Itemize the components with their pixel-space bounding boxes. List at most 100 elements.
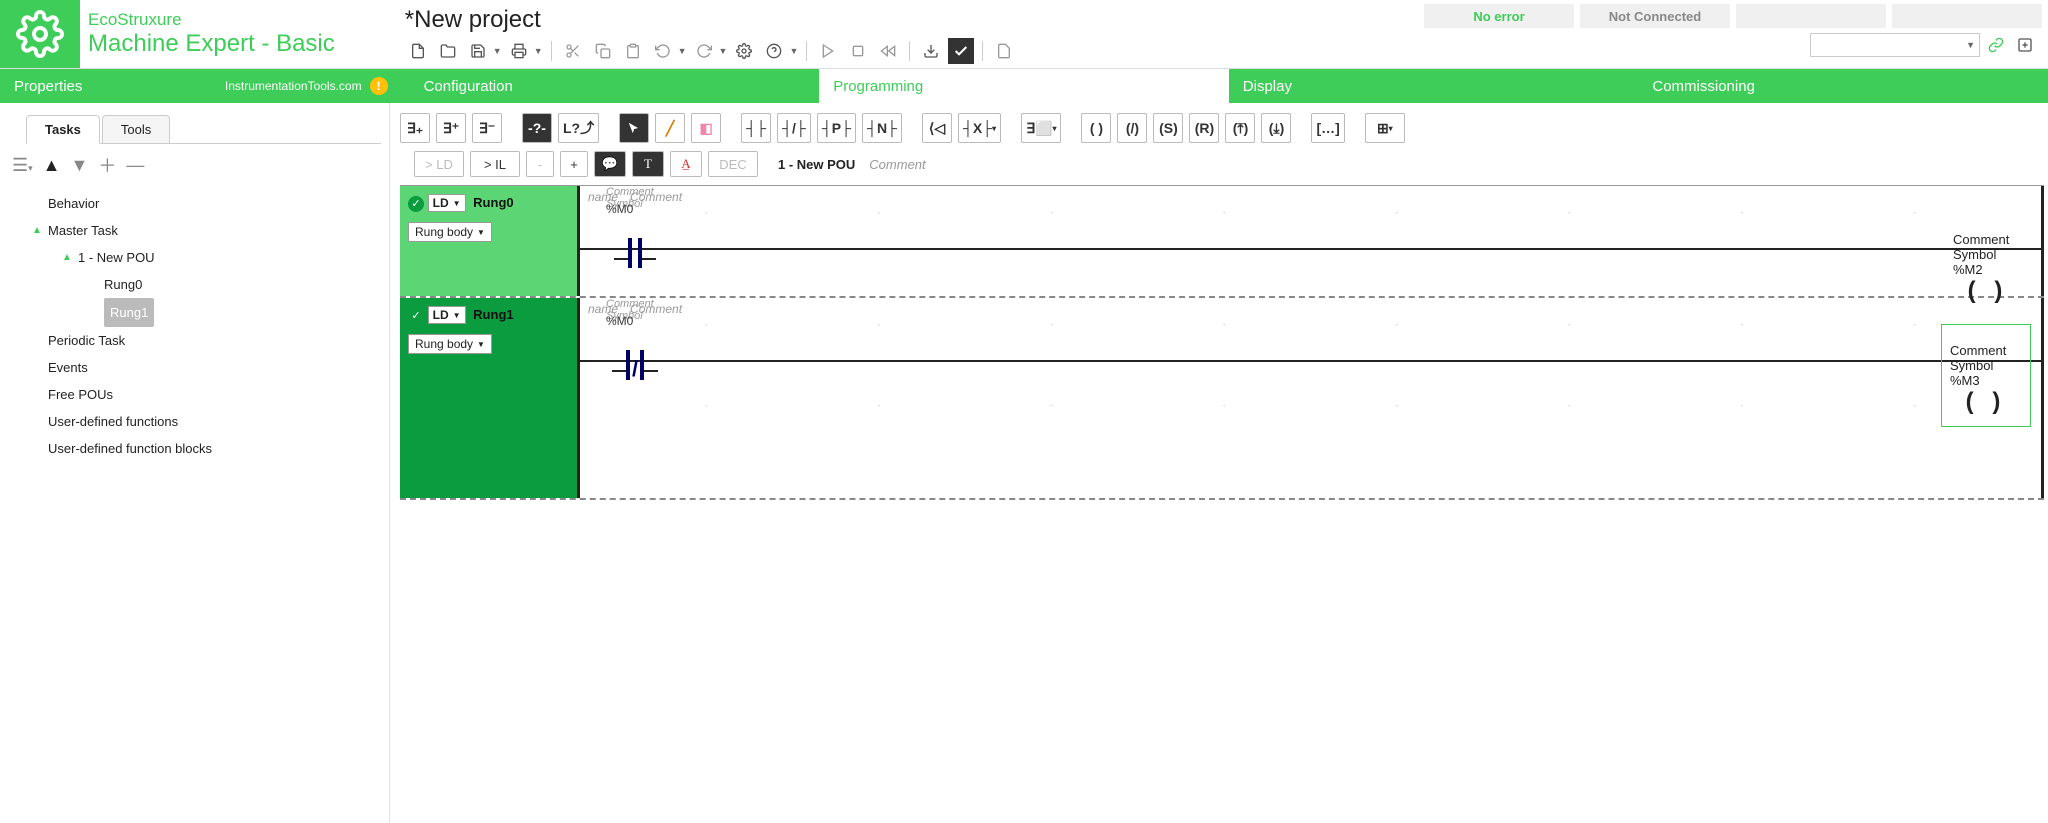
- tree-events[interactable]: Events: [28, 354, 381, 381]
- redo-dropdown-icon[interactable]: ▼: [719, 46, 728, 56]
- draw-line-button[interactable]: ╱: [655, 113, 685, 143]
- export-button[interactable]: [2012, 32, 2038, 58]
- settings-button[interactable]: [731, 38, 757, 64]
- open-file-button[interactable]: [435, 38, 461, 64]
- stop-button[interactable]: [845, 38, 871, 64]
- tab-commissioning[interactable]: Commissioning: [1638, 69, 2048, 103]
- tab-display[interactable]: Display: [1229, 69, 1639, 103]
- tab-label: Properties: [14, 78, 82, 95]
- device-combo[interactable]: ▼: [1810, 33, 1980, 57]
- rung-canvas[interactable]: name Comment -------- CommentSymbol %M0 …: [580, 186, 2044, 296]
- zoom-in-button[interactable]: +: [560, 151, 588, 177]
- status-empty-1: [1736, 4, 1886, 28]
- paste-button[interactable]: [620, 38, 646, 64]
- font-button[interactable]: A̲: [670, 151, 702, 177]
- tab-programming[interactable]: Programming: [819, 69, 1229, 103]
- branch-label-button[interactable]: L?⤴: [558, 113, 599, 143]
- view-ld-button[interactable]: > LD: [414, 151, 464, 177]
- zoom-out-button[interactable]: -: [526, 151, 554, 177]
- tree-udf[interactable]: User-defined functions: [28, 408, 381, 435]
- tree-udfb[interactable]: User-defined function blocks: [28, 435, 381, 462]
- dec-format-button[interactable]: DEC: [708, 151, 758, 177]
- sidebar-tab-tasks[interactable]: Tasks: [26, 115, 100, 144]
- compare-button[interactable]: ┤X├▾: [958, 113, 1001, 143]
- compare-left-button[interactable]: ⟨◁: [922, 113, 952, 143]
- coil-falling-button[interactable]: (⤓): [1261, 113, 1291, 143]
- contact-address[interactable]: %M0: [606, 202, 686, 216]
- contact-falling-button[interactable]: ┤N├: [862, 113, 902, 143]
- comment-button[interactable]: 💬: [594, 151, 626, 177]
- caret-up-icon: ▲: [32, 217, 48, 244]
- rung-1[interactable]: ✓ LD ▼ Rung1 Rung body ▼ name Comment --…: [400, 298, 2044, 498]
- save-button[interactable]: [465, 38, 491, 64]
- tree-pou-1[interactable]: ▲1 - New POU: [28, 244, 381, 271]
- print-button[interactable]: [506, 38, 532, 64]
- help-button[interactable]: [761, 38, 787, 64]
- list-view-icon[interactable]: ☰▾: [12, 155, 33, 176]
- pou-comment[interactable]: Comment: [869, 157, 925, 172]
- rung-lang-badge[interactable]: LD ▼: [428, 306, 466, 324]
- sidebar-tab-tools[interactable]: Tools: [102, 115, 170, 143]
- tree-rung1[interactable]: Rung1: [28, 298, 381, 327]
- coil-address[interactable]: %M3: [1950, 373, 2022, 388]
- status-bar: No error Not Connected: [1424, 0, 2048, 28]
- contact-no[interactable]: CommentSymbol %M0: [610, 232, 660, 266]
- operate-block-button[interactable]: […]: [1311, 113, 1344, 143]
- move-up-icon[interactable]: ▲: [43, 155, 61, 176]
- rung-insert-after-button[interactable]: ∃⁺: [436, 113, 466, 143]
- run-button[interactable]: [815, 38, 841, 64]
- new-file-button[interactable]: [405, 38, 431, 64]
- rung-lang-badge[interactable]: LD ▼: [428, 194, 466, 212]
- tree-free-pous[interactable]: Free POUs: [28, 381, 381, 408]
- remove-icon[interactable]: —: [126, 155, 144, 176]
- contact-address[interactable]: %M0: [606, 314, 686, 328]
- tab-configuration[interactable]: Configuration: [410, 69, 820, 103]
- print-dropdown-icon[interactable]: ▼: [534, 46, 543, 56]
- add-icon[interactable]: ＋: [98, 152, 116, 178]
- verify-button[interactable]: [948, 38, 974, 64]
- redo-button[interactable]: [691, 38, 717, 64]
- rung-body-dropdown[interactable]: Rung body ▼: [408, 334, 492, 354]
- tree-rung0[interactable]: Rung0: [28, 271, 381, 298]
- erase-button[interactable]: ◧: [691, 113, 721, 143]
- tab-properties[interactable]: Properties InstrumentationTools.com !: [0, 69, 410, 103]
- coil-rising-button[interactable]: (⤒): [1225, 113, 1255, 143]
- rung-canvas[interactable]: name Comment -------- CommentSymbol %M0 …: [580, 298, 2044, 498]
- connect-button[interactable]: [1983, 32, 2009, 58]
- text-style-button[interactable]: T: [632, 151, 664, 177]
- cut-button[interactable]: [560, 38, 586, 64]
- branch-mode-button[interactable]: ‑?‑: [522, 113, 552, 143]
- document-button[interactable]: [991, 38, 1017, 64]
- watermark-text: InstrumentationTools.com: [225, 79, 362, 93]
- contact-nc[interactable]: CommentSymbol %M0 /: [610, 344, 660, 378]
- help-dropdown-icon[interactable]: ▼: [789, 46, 798, 56]
- tree-behavior[interactable]: Behavior: [28, 190, 381, 217]
- coil-address[interactable]: %M2: [1953, 262, 2023, 277]
- download-button[interactable]: [918, 38, 944, 64]
- contact-rising-button[interactable]: ┤P├: [817, 113, 856, 143]
- rung-0[interactable]: ✓ LD ▼ Rung0 Rung body ▼ name Comment --…: [400, 186, 2044, 296]
- contact-no-button[interactable]: ┤├: [741, 113, 771, 143]
- save-dropdown-icon[interactable]: ▼: [493, 46, 502, 56]
- other-element-button[interactable]: ⊞▾: [1365, 113, 1405, 143]
- rung-body-dropdown[interactable]: Rung body ▼: [408, 222, 492, 242]
- undo-dropdown-icon[interactable]: ▼: [678, 46, 687, 56]
- rung-insert-before-button[interactable]: ∃₊: [400, 113, 430, 143]
- rung-delete-button[interactable]: ∃⁻: [472, 113, 502, 143]
- coil-neg-button[interactable]: (/): [1117, 113, 1147, 143]
- coil-reset-button[interactable]: (R): [1189, 113, 1219, 143]
- contact-nc-button[interactable]: ┤/├: [777, 113, 811, 143]
- selector-tool-button[interactable]: [619, 113, 649, 143]
- function-block-button[interactable]: ∃⬜▾: [1021, 113, 1061, 143]
- move-down-icon[interactable]: ▼: [71, 155, 89, 176]
- coil-selected[interactable]: CommentSymbol %M3 ( ): [1941, 324, 2031, 427]
- rewind-button[interactable]: [875, 38, 901, 64]
- undo-button[interactable]: [650, 38, 676, 64]
- coil[interactable]: CommentSymbol %M2 ( ): [1953, 232, 2023, 305]
- tree-periodic[interactable]: Periodic Task: [28, 327, 381, 354]
- copy-button[interactable]: [590, 38, 616, 64]
- coil-button[interactable]: ( ): [1081, 113, 1111, 143]
- view-il-button[interactable]: > IL: [470, 151, 520, 177]
- coil-set-button[interactable]: (S): [1153, 113, 1183, 143]
- tree-master-task[interactable]: ▲Master Task: [28, 217, 381, 244]
